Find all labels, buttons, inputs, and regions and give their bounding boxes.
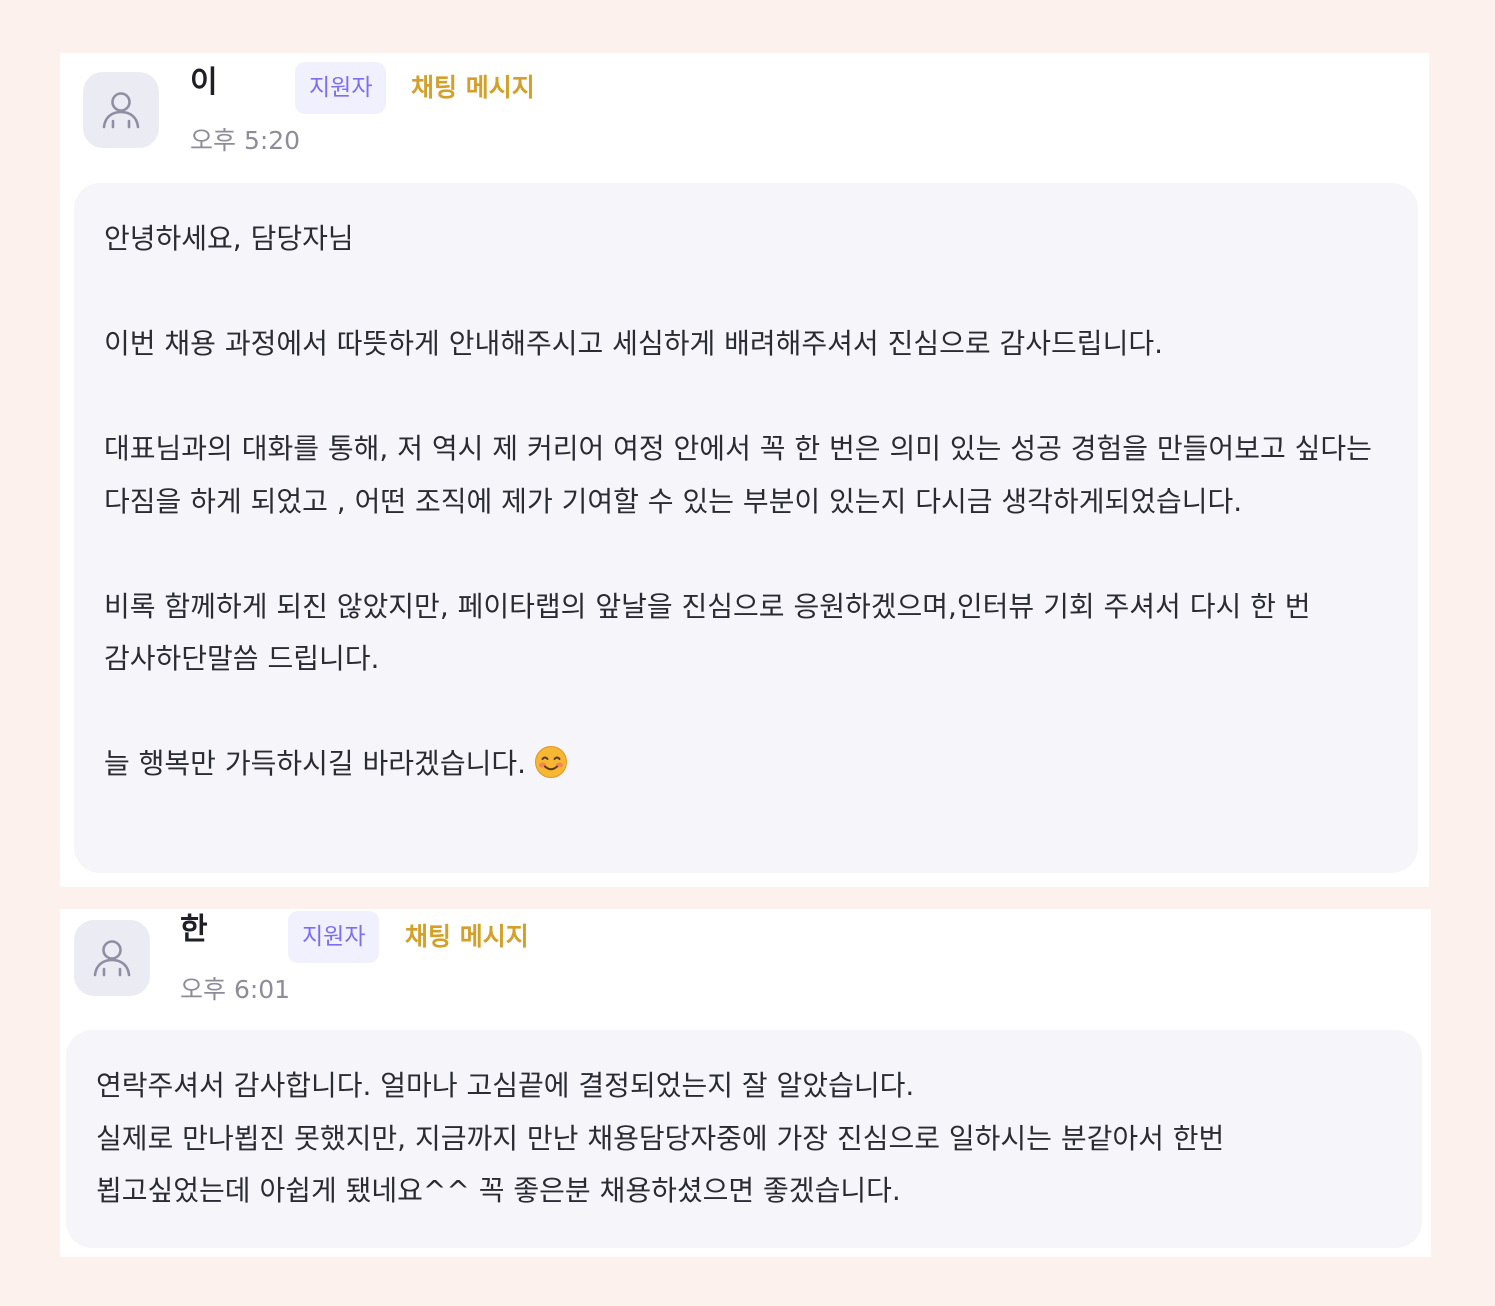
sender-name: 한 — [180, 912, 208, 947]
message-type-tag: 채팅 메시지 — [411, 73, 535, 102]
message-bubble: 안녕하세요, 담당자님 이번 채용 과정에서 따뜻하게 안내해주시고 세심하게 … — [74, 183, 1418, 873]
role-badge: 지원자 — [295, 62, 387, 114]
message-time: 오후 6:01 — [180, 975, 291, 1004]
message-body: 안녕하세요, 담당자님 이번 채용 과정에서 따뜻하게 안내해주시고 세심하게 … — [104, 222, 1372, 780]
message-bubble: 연락주셔서 감사합니다. 얼마나 고심끝에 결정되었는지 잘 알았습니다. 실제… — [66, 1030, 1422, 1248]
smiling-face-emoji — [535, 746, 568, 778]
user-icon — [93, 940, 131, 977]
message-card: 한 지원자 채팅 메시지 오후 6:01 연락주셔서 감사합니다. 얼마나 고심… — [60, 909, 1431, 1257]
message-type-tag: 채팅 메시지 — [405, 922, 529, 951]
message-body-wrapper: 안녕하세요, 담당자님 이번 채용 과정에서 따뜻하게 안내해주시고 세심하게 … — [104, 213, 1394, 791]
role-badge: 지원자 — [288, 911, 380, 963]
message-card: 이 지원자 채팅 메시지 오후 5:20 안녕하세요, 담당자님 이번 채용 과… — [60, 53, 1429, 887]
sender-name: 이 — [190, 65, 218, 100]
user-icon — [102, 92, 140, 129]
avatar[interactable] — [83, 72, 159, 148]
message-time: 오후 5:20 — [190, 126, 301, 155]
message-body: 연락주셔서 감사합니다. 얼마나 고심끝에 결정되었는지 잘 알았습니다. 실제… — [96, 1069, 1225, 1207]
avatar[interactable] — [74, 920, 150, 996]
